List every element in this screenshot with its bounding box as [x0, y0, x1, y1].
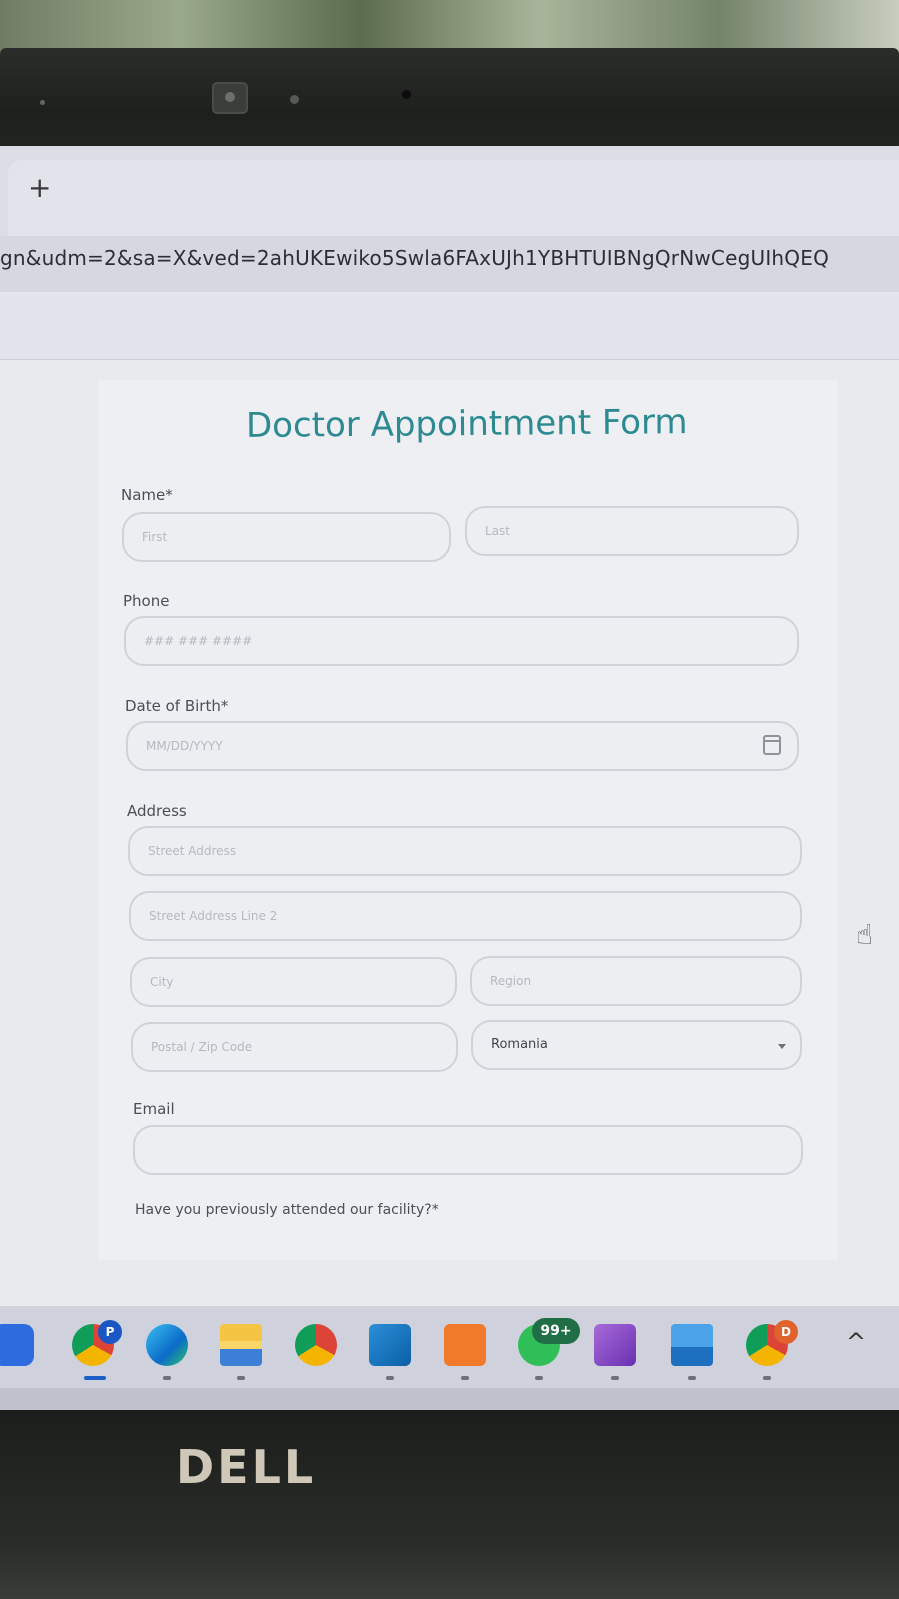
street-address-line2-placeholder: Street Address Line 2 — [149, 909, 278, 923]
address-bar-url: gn&udm=2&sa=X&ved=2ahUKEwiko5Swla6FAxUJh… — [0, 246, 830, 270]
camera-led-icon — [402, 90, 411, 99]
laptop-screen: + gn&udm=2&sa=X&ved=2ahUKEwiko5Swla6FAxU… — [0, 146, 899, 1410]
taskbar-running-indicator — [461, 1376, 469, 1380]
dob-label: Date of Birth* — [125, 697, 229, 715]
laptop-bottom-bezel — [0, 1410, 899, 1599]
region-input[interactable]: Region — [470, 956, 802, 1006]
city-placeholder: City — [150, 975, 174, 989]
dob-placeholder: MM/DD/YYYY — [146, 739, 223, 753]
chevron-down-icon — [778, 1044, 786, 1049]
taskbar-running-indicator — [163, 1376, 171, 1380]
country-selected-value: Romania — [491, 1037, 548, 1052]
postal-code-placeholder: Postal / Zip Code — [151, 1040, 253, 1054]
form-title: Doctor Appointment Form — [245, 402, 688, 446]
postal-code-input[interactable]: Postal / Zip Code — [131, 1022, 458, 1072]
attended-facility-question: Have you previously attended our facilit… — [135, 1202, 439, 1218]
address-bar[interactable]: gn&udm=2&sa=X&ved=2ahUKEwiko5Swla6FAxUJh… — [0, 236, 899, 292]
page-header-area — [0, 292, 899, 360]
street-address-line2-input[interactable]: Street Address Line 2 — [129, 891, 802, 941]
city-input[interactable]: City — [130, 957, 457, 1007]
vscode-icon[interactable] — [369, 1324, 411, 1366]
browser-tab[interactable] — [8, 160, 899, 236]
email-label: Email — [133, 1100, 175, 1118]
taskbar-running-indicator — [611, 1376, 619, 1380]
name-label: Name* — [121, 486, 173, 504]
chrome-profile-d-badge: D — [774, 1320, 798, 1344]
country-select[interactable]: Romania — [471, 1020, 802, 1070]
taskbar-running-indicator — [763, 1376, 771, 1380]
dob-input[interactable]: MM/DD/YYYY — [126, 721, 799, 771]
chrome-icon[interactable] — [295, 1324, 337, 1366]
photos-icon[interactable] — [671, 1324, 713, 1366]
chrome-profile-badge: P — [98, 1320, 122, 1344]
region-placeholder: Region — [490, 974, 532, 988]
new-tab-button[interactable]: + — [28, 174, 51, 202]
visual-studio-icon[interactable] — [594, 1324, 636, 1366]
tray-chevron-up-icon[interactable]: ^ — [846, 1328, 866, 1356]
phone-placeholder: ### ### #### — [144, 634, 253, 648]
street-address-placeholder: Street Address — [148, 844, 237, 858]
calendar-icon[interactable] — [763, 735, 781, 755]
laptop-top-bezel — [0, 48, 899, 156]
email-input[interactable] — [133, 1125, 803, 1175]
zoom-icon[interactable] — [0, 1324, 34, 1366]
camera-sensor-icon — [290, 95, 299, 104]
dell-logo: DELL — [176, 1440, 317, 1494]
taskbar-running-indicator — [688, 1376, 696, 1380]
street-address-input[interactable]: Street Address — [128, 826, 802, 876]
photo-stage: + gn&udm=2&sa=X&ved=2ahUKEwiko5Swla6FAxU… — [0, 0, 899, 1599]
last-name-input[interactable]: Last — [465, 506, 799, 556]
webcam-shutter-icon — [212, 82, 248, 114]
address-label: Address — [127, 802, 187, 820]
edge-icon[interactable] — [146, 1324, 188, 1366]
taskbar-running-indicator — [535, 1376, 543, 1380]
taskbar-bottom-strip — [0, 1388, 899, 1410]
phone-label: Phone — [123, 592, 170, 610]
taskbar-running-indicator — [237, 1376, 245, 1380]
first-name-placeholder: First — [142, 530, 168, 544]
last-name-placeholder: Last — [485, 524, 510, 538]
taskbar-running-indicator — [386, 1376, 394, 1380]
first-name-input[interactable]: First — [122, 512, 451, 562]
taskbar-active-indicator — [84, 1376, 106, 1380]
phone-input[interactable]: ### ### #### — [124, 616, 799, 666]
hand-cursor-icon: ☝ — [856, 918, 874, 951]
bezel-dot — [40, 100, 45, 105]
file-explorer-icon[interactable] — [220, 1324, 262, 1366]
xampp-icon[interactable] — [444, 1324, 486, 1366]
whatsapp-notification-badge: 99+ — [532, 1318, 580, 1344]
